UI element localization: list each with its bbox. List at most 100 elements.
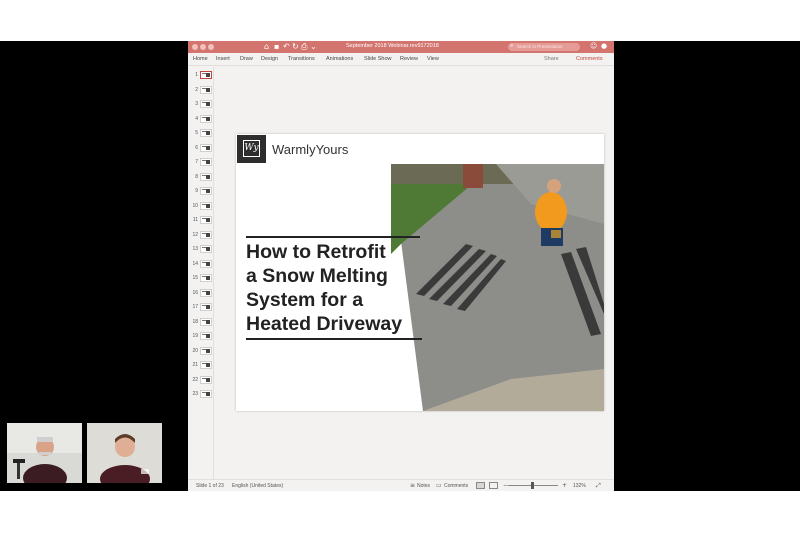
headline-line: How to Retrofit [246, 241, 386, 263]
smiley-icon[interactable]: ☺ [590, 42, 597, 50]
slide-thumbnail-preview [200, 303, 212, 311]
zoom-in-icon[interactable]: + [562, 482, 567, 489]
tab-transitions[interactable]: Transitions [288, 56, 315, 62]
share-button[interactable]: Share [544, 56, 559, 62]
slide-thumbnail-number: 16 [192, 289, 198, 296]
slide-thumbnail[interactable]: 22 [188, 375, 214, 388]
thumbnail-image-mark [206, 218, 210, 222]
close-window-button[interactable] [192, 44, 198, 50]
slide-thumbnail[interactable]: 17 [188, 302, 214, 315]
slide-thumbnails-pane: 1 2 3 4 5 6 7 8 9 10 11 12 13 14 15 16 17 18 19 20 21 22 23 [188, 67, 214, 479]
slide-thumbnail-number: 7 [195, 159, 198, 165]
slide-thumbnail[interactable]: 15 [188, 273, 214, 286]
redo-icon[interactable]: ↻ [292, 42, 299, 52]
slide-thumbnail-preview [200, 390, 212, 398]
thumbnail-image-mark [206, 203, 210, 208]
save-icon[interactable]: ▪ [274, 42, 279, 52]
slide-thumbnail-preview [200, 346, 212, 355]
notes-button[interactable]: Notes [417, 483, 430, 489]
slide-thumbnail-preview [200, 100, 212, 108]
slide-thumbnail-preview [200, 361, 212, 369]
slide-thumbnail[interactable]: 18 [188, 317, 214, 330]
slide-thumbnail-preview [200, 114, 212, 123]
slide-thumbnail[interactable]: 3 [188, 99, 214, 112]
letterbox-bottom [0, 491, 800, 533]
slide-thumbnail-number: 21 [192, 362, 198, 368]
thumbnail-image-mark [206, 305, 210, 309]
tab-view[interactable]: View [427, 56, 439, 62]
notes-icon: ≡ [410, 482, 416, 489]
home-icon[interactable]: ⌂ [264, 42, 269, 52]
slide-thumbnail-number: 2 [195, 86, 198, 93]
fit-to-window-icon[interactable]: ⤢ [596, 482, 601, 490]
slide-thumbnail[interactable]: 13 [188, 244, 214, 257]
status-comments-button[interactable]: Comments [444, 483, 468, 489]
slide-thumbnail-number: 4 [195, 115, 198, 122]
slide-thumbnail[interactable]: 10 [188, 201, 214, 214]
slide-thumbnail[interactable]: 16 [188, 288, 214, 301]
slide-thumbnail-preview [200, 85, 212, 94]
slide-thumbnail-number: 23 [192, 391, 198, 397]
slide-headline: How to Retrofit a Snow Melting System fo… [246, 240, 426, 336]
headline-rule-bottom [246, 338, 422, 340]
minimize-window-button[interactable] [200, 44, 206, 50]
headline-line: Heated Driveway [246, 313, 403, 335]
comments-icon: ▭ [436, 482, 442, 489]
slide-thumbnail[interactable]: 7 [188, 157, 214, 170]
slide-thumbnail[interactable]: 4 [188, 114, 214, 127]
slide-thumbnail[interactable]: 5 [188, 128, 214, 141]
search-input[interactable]: ⌕ Search in Presentation [508, 42, 580, 51]
thumbnail-image-mark [206, 232, 210, 237]
thumbnail-image-mark [206, 319, 210, 324]
zoom-level: 132% [573, 483, 586, 489]
slide-thumbnail[interactable]: 12 [188, 230, 214, 243]
thumbnail-image-mark [206, 276, 210, 280]
slide-sorter-button[interactable] [489, 482, 498, 489]
webcam-presenter-2 [87, 423, 162, 483]
zoom-window-button[interactable] [208, 44, 214, 50]
slide-thumbnail-preview [200, 158, 212, 166]
tab-slide-show[interactable]: Slide Show [364, 56, 392, 62]
tab-animations[interactable]: Animations [326, 56, 353, 62]
tab-insert[interactable]: Insert [216, 56, 230, 62]
slide-thumbnail[interactable]: 2 [188, 85, 214, 98]
slide[interactable]: Wy WarmlyYours How to Retrofit a Snow Me… [236, 134, 604, 411]
user-icon[interactable]: ● [601, 42, 607, 50]
slide-thumbnail[interactable]: 9 [188, 186, 214, 199]
brand-name: WarmlyYours [272, 142, 349, 157]
undo-icon[interactable]: ↶ [283, 42, 290, 52]
thumbnail-image-mark [206, 377, 210, 382]
normal-view-button[interactable] [476, 482, 485, 489]
tab-draw[interactable]: Draw [240, 56, 253, 62]
slide-thumbnail-number: 20 [192, 347, 198, 354]
slide-thumbnail-preview [200, 187, 212, 195]
slide-thumbnail[interactable]: 21 [188, 360, 214, 373]
slide-thumbnail-number: 8 [195, 173, 198, 180]
thumbnail-image-mark [206, 261, 210, 266]
logo-mark: Wy [243, 140, 260, 157]
slide-thumbnail[interactable]: 6 [188, 143, 214, 156]
slide-thumbnail[interactable]: 14 [188, 259, 214, 272]
language-indicator[interactable]: English (United States) [232, 483, 283, 489]
search-placeholder: Search in Presentation [517, 44, 563, 49]
thumbnail-image-mark [206, 392, 210, 396]
thumbnail-image-mark [206, 189, 210, 193]
tab-home[interactable]: Home [193, 56, 208, 62]
slide-thumbnail[interactable]: 8 [188, 172, 214, 185]
thumbnail-image-mark [206, 160, 210, 164]
slide-thumbnail[interactable]: 11 [188, 215, 214, 228]
slide-counter: Slide 1 of 23 [196, 483, 224, 489]
thumbnail-image-mark [206, 174, 210, 179]
customize-icon[interactable]: ⌄ [310, 42, 317, 52]
slide-thumbnail[interactable]: 1 [188, 70, 214, 83]
tab-design[interactable]: Design [261, 56, 278, 62]
slide-thumbnail[interactable]: 23 [188, 389, 214, 402]
slide-thumbnail[interactable]: 20 [188, 346, 214, 359]
print-icon[interactable]: ⎙ [301, 42, 307, 52]
comments-button[interactable]: Comments [576, 56, 603, 62]
zoom-slider-handle[interactable] [531, 482, 534, 489]
slide-thumbnail-preview [200, 172, 212, 181]
slide-thumbnail[interactable]: 19 [188, 331, 214, 344]
slide-thumbnail-number: 22 [192, 376, 198, 383]
tab-review[interactable]: Review [400, 56, 418, 62]
